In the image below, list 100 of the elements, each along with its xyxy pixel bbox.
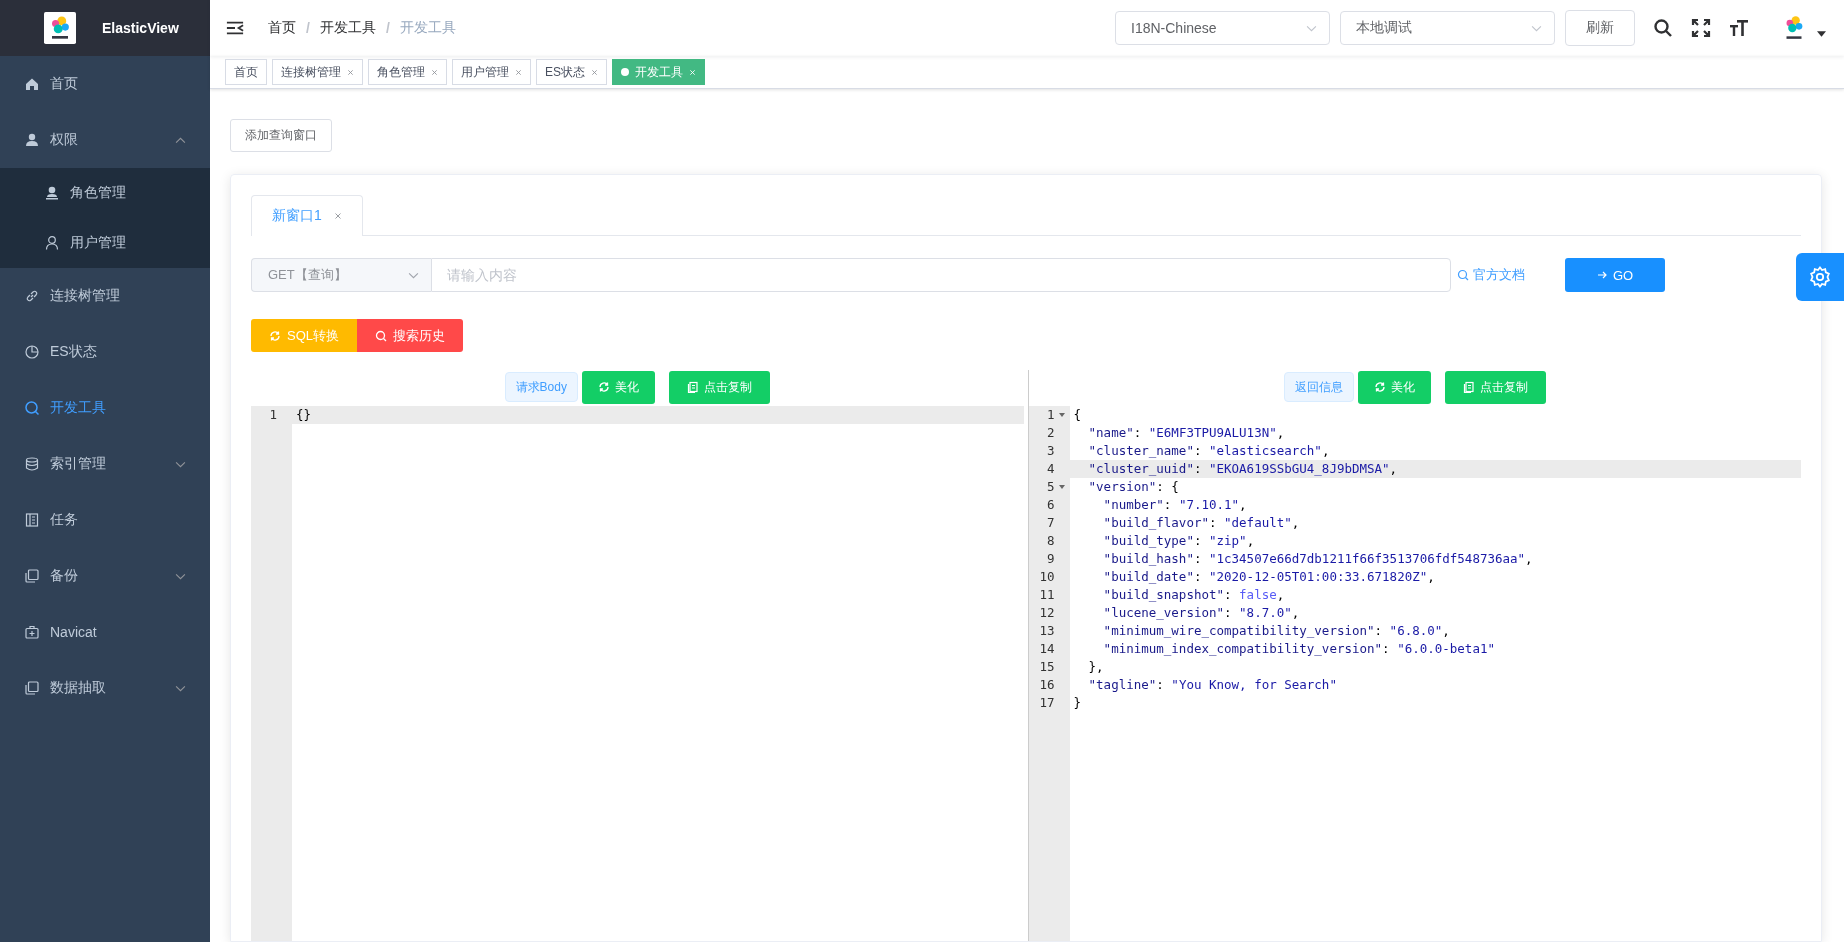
language-select[interactable]: I18N-Chinese <box>1115 11 1330 45</box>
page-tab[interactable]: 连接树管理 <box>272 59 363 85</box>
line-number: 1 <box>268 406 277 424</box>
close-icon[interactable] <box>515 68 522 76</box>
search-icon[interactable] <box>1653 18 1673 38</box>
caret-icon[interactable] <box>1817 31 1826 37</box>
add-query-window-button[interactable]: 添加查询窗口 <box>230 119 332 152</box>
sidebar-item[interactable]: 首页 <box>0 56 210 112</box>
line-number: 3 <box>1045 442 1055 460</box>
font-size-icon[interactable] <box>1729 18 1749 38</box>
chevron-icon <box>175 136 186 144</box>
response-tag: 返回信息 <box>1283 372 1354 402</box>
sidebar-item[interactable]: ES状态 <box>0 324 210 380</box>
response-editor[interactable] <box>1028 406 1801 941</box>
sidebar-item[interactable]: 数据抽取 <box>0 660 210 716</box>
code-line: "build_snapshot": false, <box>1102 586 1285 604</box>
breadcrumb-separator: / <box>306 20 310 36</box>
sidebar-subitem[interactable]: 角色管理 <box>0 168 210 218</box>
sidebar-item[interactable]: 连接树管理 <box>0 268 210 324</box>
line-number: 9 <box>1045 550 1055 568</box>
refresh-icon <box>1373 381 1386 393</box>
logo-icon <box>44 12 76 44</box>
active-dot <box>621 68 629 76</box>
line-number: 1 <box>1045 406 1055 424</box>
code-line: "build_hash": "1c34507e66d7db1211f66f3513706fdf548736aa", <box>1102 550 1533 568</box>
tab-label: 角色管理 <box>377 63 425 81</box>
fold-arrow-icon[interactable] <box>1059 413 1065 417</box>
chevron-icon <box>175 572 186 580</box>
close-icon[interactable] <box>333 212 342 220</box>
copy-icon <box>24 568 40 584</box>
tab-label: 首页 <box>234 63 258 81</box>
line-number: 12 <box>1038 604 1055 622</box>
page-tab[interactable]: ES状态 <box>536 59 607 85</box>
breadcrumb-separator: / <box>385 20 390 36</box>
line-number: 17 <box>1038 694 1055 712</box>
tab-label: 开发工具 <box>635 63 683 81</box>
line-number: 6 <box>1045 496 1055 514</box>
code-line: {} <box>295 406 312 424</box>
chevron-icon <box>1306 24 1317 32</box>
pie-icon <box>24 344 40 360</box>
code-line: }, <box>1087 658 1104 676</box>
sidebar-subitem[interactable]: 用户管理 <box>0 218 210 268</box>
user-outline-icon <box>44 235 60 251</box>
close-icon[interactable] <box>347 68 354 76</box>
line-number: 16 <box>1038 676 1055 694</box>
search-history-button[interactable]: 搜索历史 <box>357 319 463 352</box>
close-icon[interactable] <box>591 68 598 76</box>
arrow-icon <box>1596 270 1607 280</box>
sidebar-item[interactable]: 开发工具 <box>0 380 210 436</box>
line-number: 10 <box>1038 568 1055 586</box>
search-icon <box>24 400 40 416</box>
sidebar-item[interactable]: 任务 <box>0 492 210 548</box>
user-icon <box>44 185 60 201</box>
breadcrumb-item: 开发工具 <box>399 19 456 37</box>
code-line: "version": { <box>1087 478 1179 496</box>
line-number: 7 <box>1045 514 1055 532</box>
page-tab[interactable]: 角色管理 <box>368 59 447 85</box>
request-editor[interactable]: 1 {} <box>251 406 1024 941</box>
line-number: 8 <box>1045 532 1055 550</box>
code-line: "build_type": "zip", <box>1102 532 1255 550</box>
refresh-icon <box>269 329 281 342</box>
settings-button[interactable] <box>1796 253 1844 301</box>
code-line: "tagline": "You Know, for Search" <box>1087 676 1337 694</box>
chevron-icon <box>408 271 419 279</box>
sidebar-item[interactable]: 权限 <box>0 112 210 168</box>
chevron-icon <box>1531 24 1542 32</box>
breadcrumb-item[interactable]: 开发工具 <box>319 19 376 37</box>
code-line: } <box>1072 694 1082 712</box>
code-line: "cluster_uuid": "EKOA619SSbGU4_8J9bDMSA", <box>1087 460 1398 478</box>
home-icon <box>24 76 40 92</box>
page-tab[interactable]: 用户管理 <box>452 59 531 85</box>
refresh-button[interactable]: 刷新 <box>1565 10 1635 46</box>
line-number: 4 <box>1045 460 1055 478</box>
db-icon <box>24 456 40 472</box>
fold-arrow-icon[interactable] <box>1059 485 1065 489</box>
code-line: "number": "7.10.1", <box>1102 496 1247 514</box>
sidebar-item[interactable]: 备份 <box>0 548 210 604</box>
user-icon <box>24 132 40 148</box>
sidebar-item[interactable]: Navicat <box>0 604 210 660</box>
chevron-icon <box>175 460 186 468</box>
line-number: 15 <box>1038 658 1055 676</box>
sidebar-item[interactable]: 索引管理 <box>0 436 210 492</box>
url-input[interactable]: 请输入内容 <box>431 258 1451 292</box>
copy-icon <box>686 381 699 393</box>
refresh-icon <box>597 381 610 393</box>
connection-select[interactable]: 本地调试 <box>1340 11 1555 45</box>
breadcrumb-item[interactable]: 首页 <box>268 19 296 37</box>
code-line: "minimum_wire_compatibility_version": "6.8.0", <box>1102 622 1450 640</box>
line-number: 11 <box>1038 586 1055 604</box>
line-number: 2 <box>1045 424 1055 442</box>
plusbox-icon <box>24 624 40 640</box>
code-line: "minimum_index_compatibility_version": "6.0.0-beta1" <box>1102 640 1495 658</box>
menu-icon[interactable] <box>226 20 244 36</box>
page-tab[interactable]: 首页 <box>225 59 267 85</box>
close-icon[interactable] <box>431 68 438 76</box>
fullscreen-icon[interactable] <box>1691 18 1711 38</box>
code-line: "build_date": "2020-12-05T01:00:33.671820Z", <box>1102 568 1435 586</box>
link-icon <box>24 288 40 304</box>
search-icon <box>375 329 387 342</box>
code-line: { <box>1072 406 1082 424</box>
